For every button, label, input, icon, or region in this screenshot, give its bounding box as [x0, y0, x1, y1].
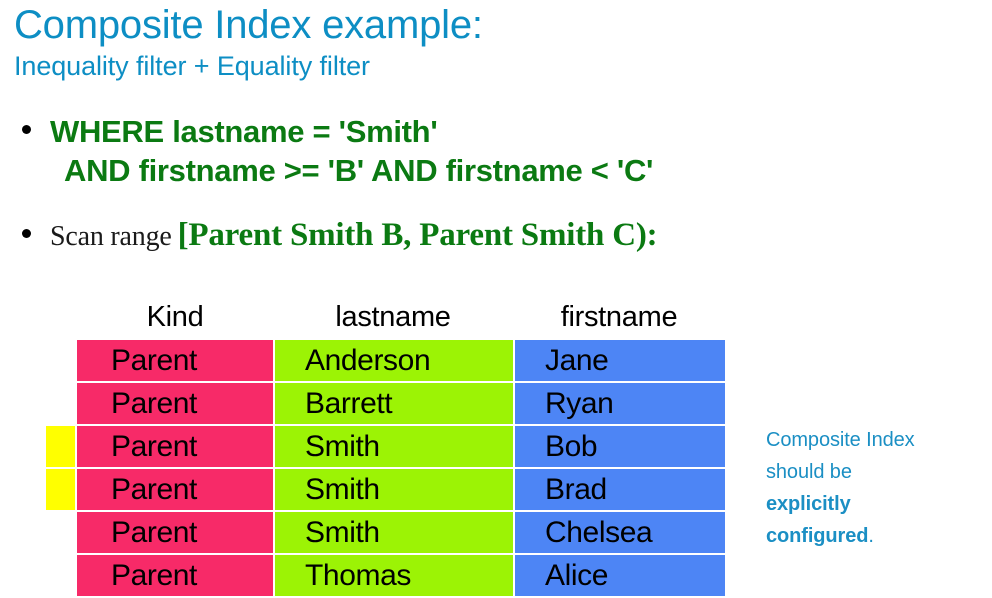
table-cell-kind: Parent	[77, 512, 273, 553]
table-cell-kind: Parent	[77, 555, 273, 596]
table-cell-lastname: Smith	[275, 512, 513, 553]
table-cell-firstname: Ryan	[515, 383, 725, 424]
table-body: Parent Anderson Jane Parent Barrett Ryan Paren…	[46, 340, 725, 596]
scan-range-label: Scan range	[50, 221, 172, 252]
table-cell-lastname: Barrett	[275, 383, 513, 424]
table-cell-firstname: Alice	[515, 555, 725, 596]
table-row: Parent Barrett Ryan	[77, 383, 725, 424]
table-row: Parent Thomas Alice	[77, 555, 725, 596]
column-header-lastname: lastname	[335, 301, 451, 333]
table-row: Parent Smith Bob	[46, 426, 725, 467]
column-header-firstname: firstname	[560, 301, 678, 333]
bullet-dot-icon	[22, 125, 31, 134]
annotation-line-2: should be	[766, 461, 852, 483]
table-row: Parent Smith Chelsea	[77, 512, 725, 553]
column-header-kind: Kind	[146, 301, 204, 333]
bullet-item-scan-range: Scan range [Parent Smith B, Parent Smith …	[14, 214, 944, 262]
table-cell-firstname: Bob	[515, 426, 725, 467]
table-header-row: Kind lastname firstname	[77, 300, 725, 340]
scan-range-highlight-marker	[46, 469, 75, 510]
annotation-note: Composite Index should be explicitly con…	[766, 424, 986, 552]
table-cell-kind: Parent	[77, 383, 273, 424]
table-cell-lastname: Smith	[275, 469, 513, 510]
annotation-line-4-bold: configured	[766, 525, 869, 547]
annotation-line-4: configured.	[766, 520, 986, 552]
annotation-line-4-tail: .	[868, 525, 874, 547]
title-block: Composite Index example: Inequality filt…	[14, 2, 694, 83]
table-row: Parent Smith Brad	[46, 469, 725, 510]
query-line-2: AND firstname >= 'B' AND firstname < 'C'	[64, 153, 654, 188]
table-row: Parent Anderson Jane	[77, 340, 725, 381]
table-cell-kind: Parent	[77, 340, 273, 381]
table-cell-firstname: Brad	[515, 469, 725, 510]
table-cell-lastname: Thomas	[275, 555, 513, 596]
page-subtitle: Inequality filter + Equality filter	[14, 51, 370, 81]
table-cell-firstname: Chelsea	[515, 512, 725, 553]
scan-range-value: [Parent Smith B, Parent Smith C):	[177, 217, 658, 253]
table-cell-kind: Parent	[77, 469, 273, 510]
annotation-line-3: explicitly	[766, 493, 851, 515]
bullet-item-query: WHERE lastname = 'Smith' AND firstname >…	[14, 112, 944, 190]
query-line-1: WHERE lastname = 'Smith'	[50, 114, 438, 149]
bullet-dot-icon	[22, 229, 31, 238]
table-cell-lastname: Smith	[275, 426, 513, 467]
page-title: Composite Index example:	[14, 3, 483, 47]
table-cell-lastname: Anderson	[275, 340, 513, 381]
table-cell-kind: Parent	[77, 426, 273, 467]
entity-table: Kind lastname firstname Parent Anderson Ja…	[46, 300, 725, 598]
scan-range-highlight-marker	[46, 426, 75, 467]
table-cell-firstname: Jane	[515, 340, 725, 381]
annotation-line-1: Composite Index	[766, 429, 915, 451]
scan-range-line: Scan range [Parent Smith B, Parent Smith …	[50, 214, 944, 262]
bullet-list: WHERE lastname = 'Smith' AND firstname >…	[14, 112, 944, 262]
